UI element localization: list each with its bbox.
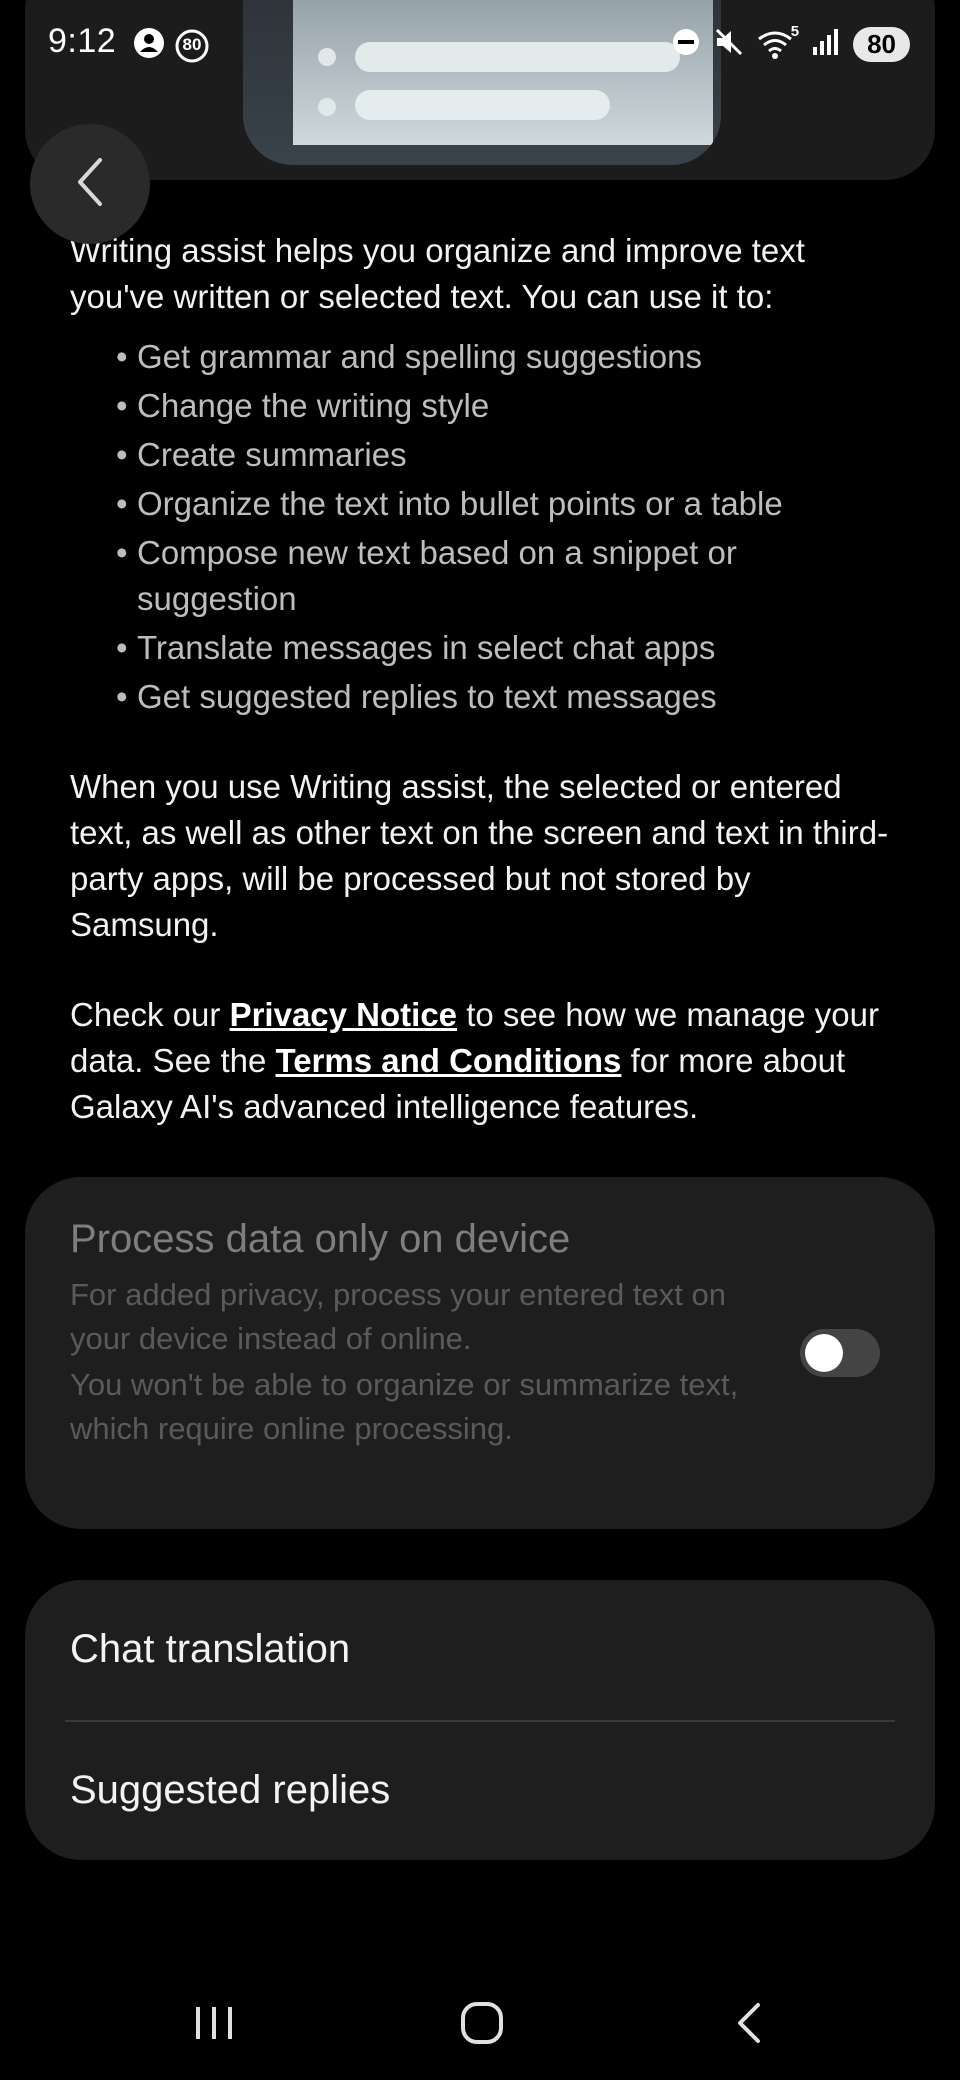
process-on-device-card[interactable]: Process data only on device For added pr… xyxy=(25,1177,935,1529)
status-time: 9:12 xyxy=(48,22,117,60)
notification-count: 80 xyxy=(182,34,202,54)
options-card: Chat translation Suggested replies xyxy=(25,1580,935,1860)
feature-list: Get grammar and spelling suggestions Cha… xyxy=(70,334,900,720)
feature-item: Translate messages in select chat apps xyxy=(116,625,900,671)
network-type-label: 5 xyxy=(790,22,800,40)
illustration-line xyxy=(355,90,610,120)
setting-description: For added privacy, process your entered … xyxy=(70,1277,726,1356)
mute-icon xyxy=(713,26,745,63)
recent-apps-icon xyxy=(192,2003,236,2048)
feature-item: Get suggested replies to text messages xyxy=(116,674,900,720)
nav-back-button[interactable] xyxy=(690,1985,810,2065)
feature-item: Organize the text into bullet points or … xyxy=(116,481,900,527)
suggested-replies-item[interactable]: Suggested replies xyxy=(70,1768,390,1813)
wifi-icon: 5 xyxy=(757,23,799,61)
status-bar: 9:12 80 5 80 xyxy=(0,0,960,92)
home-icon xyxy=(459,2000,505,2051)
feature-item: Change the writing style xyxy=(116,383,900,429)
privacy-prefix: Check our xyxy=(70,996,230,1033)
back-nav-icon xyxy=(732,1999,768,2052)
intro-text: Writing assist helps you organize and im… xyxy=(70,232,805,315)
feature-item: Create summaries xyxy=(116,432,900,478)
illustration-dot xyxy=(318,98,336,116)
setting-warning: You won't be able to organize or summari… xyxy=(70,1367,739,1446)
privacy-notice-link[interactable]: Privacy Notice xyxy=(230,996,457,1033)
signal-icon xyxy=(811,27,841,62)
toggle-knob xyxy=(805,1334,843,1372)
battery-indicator: 80 xyxy=(853,27,910,62)
notification-count-icon: 80 xyxy=(174,28,210,64)
setting-title: Process data only on device xyxy=(70,1217,571,1261)
status-left-icons: 80 xyxy=(132,26,210,65)
feature-item: Compose new text based on a snippet or s… xyxy=(116,530,900,622)
navigation-bar xyxy=(0,1985,960,2075)
processing-note: When you use Writing assist, the selecte… xyxy=(70,768,889,943)
divider xyxy=(65,1720,895,1722)
chat-translation-item[interactable]: Chat translation xyxy=(70,1627,350,1672)
feature-item: Get grammar and spelling suggestions xyxy=(116,334,900,380)
main-content: Writing assist helps you organize and im… xyxy=(70,228,900,1130)
process-on-device-toggle[interactable] xyxy=(800,1329,880,1377)
terms-and-conditions-link[interactable]: Terms and Conditions xyxy=(276,1042,622,1079)
privacy-text: Check our Privacy Notice to see how we m… xyxy=(70,992,900,1130)
recents-button[interactable] xyxy=(154,1985,274,2065)
account-circle-icon xyxy=(132,26,166,65)
do-not-disturb-icon xyxy=(671,27,701,62)
chevron-left-icon xyxy=(70,154,110,215)
status-right-icons: 5 80 xyxy=(671,23,910,63)
home-button[interactable] xyxy=(422,1985,542,2065)
back-button[interactable] xyxy=(30,124,150,244)
